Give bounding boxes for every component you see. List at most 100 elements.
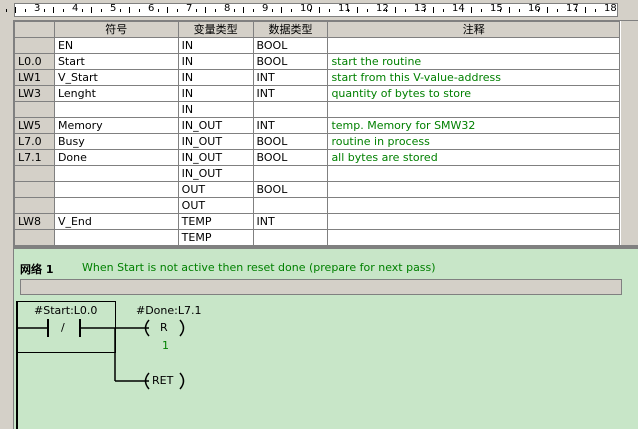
table-row[interactable]: IN (14, 101, 620, 118)
cell-comment[interactable] (327, 181, 620, 198)
cell-comment[interactable] (327, 213, 620, 230)
ruler-number: 18 (604, 3, 617, 14)
cell-address[interactable] (14, 181, 55, 198)
cell-data-type[interactable]: BOOL (252, 181, 329, 198)
cell-address[interactable]: LW1 (14, 69, 55, 86)
table-row[interactable]: LW1 V_Start IN INT start from this V-value-a… (14, 69, 620, 86)
cell-var-type[interactable]: IN (177, 37, 254, 54)
cell-address[interactable]: LW3 (14, 85, 55, 102)
cell-comment[interactable] (327, 197, 620, 214)
cell-address[interactable] (14, 37, 55, 54)
ruler-number: 3 (34, 3, 41, 14)
cell-data-type[interactable]: BOOL (252, 37, 329, 54)
table-row[interactable]: OUT (14, 197, 620, 214)
table-row[interactable]: LW8 V_End TEMP INT (14, 213, 620, 230)
ladder-editor[interactable]: 网络 1 When Start is not active then reset… (14, 249, 638, 429)
cell-data-type[interactable]: BOOL (252, 53, 329, 70)
cell-var-type[interactable]: IN (177, 53, 254, 70)
table-row[interactable]: IN_OUT (14, 165, 620, 182)
ruler-tick (461, 9, 463, 12)
variable-table[interactable]: 符号 变量类型 数据类型 注释 EN IN BOOL L0.0 Start IN BOOL s… (14, 21, 620, 245)
cell-comment[interactable] (327, 101, 620, 118)
cell-comment[interactable]: quantity of bytes to store (327, 85, 620, 102)
cell-address[interactable]: LW5 (14, 117, 55, 134)
cell-data-type[interactable]: BOOL (252, 149, 329, 166)
cell-symbol[interactable]: Busy (53, 133, 179, 150)
cell-symbol[interactable]: Start (53, 53, 179, 70)
cell-var-type[interactable]: IN_OUT (177, 133, 254, 150)
cell-address[interactable]: L0.0 (14, 53, 55, 70)
ruler-tick (43, 9, 45, 12)
cell-symbol[interactable] (53, 165, 179, 182)
cell-var-type[interactable]: IN_OUT (177, 149, 254, 166)
left-margin (0, 20, 14, 429)
cell-comment[interactable] (327, 229, 620, 245)
cell-symbol[interactable] (53, 181, 179, 198)
cell-var-type[interactable]: IN (177, 101, 254, 118)
ruler-tick (433, 7, 434, 13)
cell-symbol[interactable] (53, 229, 179, 245)
cell-address[interactable] (14, 197, 55, 214)
cell-data-type[interactable]: BOOL (252, 133, 329, 150)
ruler-number: 9 (262, 3, 269, 14)
cell-comment[interactable] (327, 37, 620, 54)
ruler-tick (537, 9, 539, 12)
ruler-tick (290, 9, 292, 12)
cell-data-type[interactable] (252, 229, 329, 245)
cell-address[interactable] (14, 229, 55, 245)
cell-comment[interactable]: temp. Memory for SMW32 (327, 117, 620, 134)
cell-symbol[interactable] (53, 197, 179, 214)
cell-symbol[interactable]: V_End (53, 213, 179, 230)
cell-data-type[interactable]: INT (252, 85, 329, 102)
cell-comment[interactable]: routine in process (327, 133, 620, 150)
cell-data-type[interactable] (252, 165, 329, 182)
variable-table-grid[interactable]: 符号 变量类型 数据类型 注释 EN IN BOOL L0.0 Start IN BOOL s… (14, 21, 620, 245)
ruler-number: 12 (376, 3, 389, 14)
cell-comment[interactable]: start the routine (327, 53, 620, 70)
ruler-tick (594, 9, 596, 12)
table-row[interactable]: L7.0 Busy IN_OUT BOOL routine in process (14, 133, 620, 150)
cell-comment[interactable]: start from this V-value-address (327, 69, 620, 86)
cell-symbol[interactable] (53, 101, 179, 118)
cell-address[interactable]: L7.0 (14, 133, 55, 150)
ruler-tick (585, 7, 586, 13)
cell-address[interactable]: L7.1 (14, 149, 55, 166)
cell-var-type[interactable]: TEMP (177, 213, 254, 230)
cell-data-type[interactable]: INT (252, 117, 329, 134)
table-row[interactable]: L7.1 Done IN_OUT BOOL all bytes are stored (14, 149, 620, 166)
cell-var-type[interactable]: IN_OUT (177, 117, 254, 134)
table-row[interactable]: LW5 Memory IN_OUT INT temp. Memory for SMW32 (14, 117, 620, 134)
cell-symbol[interactable]: Done (53, 149, 179, 166)
table-row[interactable]: TEMP (14, 229, 620, 245)
cell-data-type[interactable] (252, 101, 329, 118)
table-row[interactable]: EN IN BOOL (14, 37, 620, 54)
cell-comment[interactable]: all bytes are stored (327, 149, 620, 166)
cell-address[interactable] (14, 101, 55, 118)
cell-symbol[interactable]: Memory (53, 117, 179, 134)
ruler-tick (518, 9, 520, 12)
cell-symbol[interactable]: V_Start (53, 69, 179, 86)
ruler-tick (480, 9, 482, 12)
cell-address[interactable]: LW8 (14, 213, 55, 230)
table-row[interactable]: L0.0 Start IN BOOL start the routine (14, 53, 620, 70)
cell-data-type[interactable]: INT (252, 69, 329, 86)
ruler-tick (5, 9, 7, 12)
cell-data-type[interactable] (252, 197, 329, 214)
table-row[interactable]: LW3 Lenght IN INT quantity of bytes to store (14, 85, 620, 102)
cell-address[interactable] (14, 165, 55, 182)
cell-symbol[interactable]: EN (53, 37, 179, 54)
ruler-tick (214, 9, 216, 12)
table-row[interactable]: OUT BOOL (14, 181, 620, 198)
cell-var-type[interactable]: OUT (177, 181, 254, 198)
cell-comment[interactable] (327, 165, 620, 182)
cell-var-type[interactable]: IN (177, 69, 254, 86)
table-scrollbar[interactable] (620, 21, 638, 245)
cell-var-type[interactable]: OUT (177, 197, 254, 214)
cell-symbol[interactable]: Lenght (53, 85, 179, 102)
cell-var-type[interactable]: IN_OUT (177, 165, 254, 182)
ruler-tick (233, 9, 235, 12)
cell-data-type[interactable]: INT (252, 213, 329, 230)
header-comment: 注释 (327, 21, 620, 38)
cell-var-type[interactable]: TEMP (177, 229, 254, 245)
cell-var-type[interactable]: IN (177, 85, 254, 102)
